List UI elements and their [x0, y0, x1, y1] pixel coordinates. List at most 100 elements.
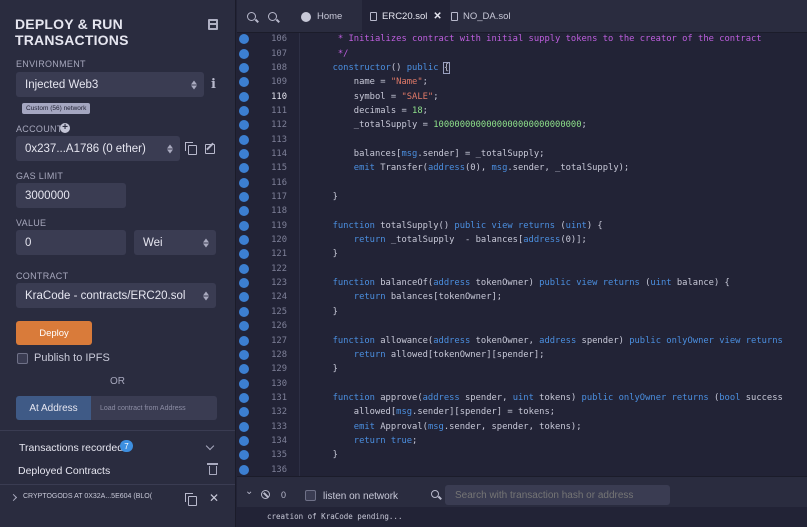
- deployed-instance-label[interactable]: CRYPTOGODS AT 0X32A...5E604 (BLO(: [23, 493, 152, 500]
- load-address-input[interactable]: Load contract from Address: [91, 396, 217, 420]
- code-text: return true;: [353, 435, 418, 446]
- breakpoint-marker-icon[interactable]: [239, 62, 249, 73]
- breakpoint-marker-icon[interactable]: [239, 249, 249, 260]
- select-arrows-icon: [167, 144, 173, 153]
- copy-icon[interactable]: [185, 142, 197, 155]
- breakpoint-marker-icon[interactable]: [239, 407, 249, 418]
- breakpoint-marker-icon[interactable]: [239, 321, 249, 332]
- chevron-down-icon[interactable]: [205, 441, 215, 451]
- code-line: 121 }: [237, 247, 807, 261]
- breakpoint-marker-icon[interactable]: [239, 220, 249, 231]
- code-line: 123 function balanceOf(address tokenOwne…: [237, 276, 807, 290]
- code-text: function allowance(address tokenOwner, a…: [332, 335, 783, 346]
- breakpoint-marker-icon[interactable]: [239, 105, 249, 116]
- line-number: 118: [271, 206, 287, 217]
- breakpoint-marker-icon[interactable]: [239, 378, 249, 389]
- code-line: 134 return true;: [237, 434, 807, 448]
- code-line: 110 symbol = "SALE";: [237, 89, 807, 103]
- breakpoint-marker-icon[interactable]: [239, 306, 249, 317]
- deployed-contracts-label: Deployed Contracts: [18, 465, 111, 477]
- breakpoint-marker-icon[interactable]: [239, 464, 249, 475]
- environment-select[interactable]: Injected Web3: [16, 72, 204, 97]
- zoom-out-icon[interactable]: [247, 12, 256, 21]
- breakpoint-marker-icon[interactable]: [239, 134, 249, 145]
- code-text: return _totalSupply - balances[address(0…: [353, 235, 587, 246]
- file-icon: [370, 12, 377, 21]
- breakpoint-marker-icon[interactable]: [239, 148, 249, 159]
- chevron-down-icon[interactable]: ⌄: [245, 486, 253, 497]
- tab-erc20[interactable]: ERC20.sol ✕: [362, 0, 450, 33]
- file-icon: [451, 12, 458, 21]
- code-text: allowed[msg.sender][spender] = tokens;: [322, 407, 556, 418]
- terminal-search-input[interactable]: [445, 485, 670, 505]
- breakpoint-marker-icon[interactable]: [239, 120, 249, 131]
- breakpoint-marker-icon[interactable]: [239, 263, 249, 274]
- info-icon[interactable]: i: [211, 77, 216, 92]
- code-line: 136: [237, 463, 807, 477]
- account-select[interactable]: 0x237...A1786 (0 ether): [16, 136, 180, 161]
- code-text: _totalSupply = 1000000000000000000000000…: [322, 120, 587, 131]
- breakpoint-marker-icon[interactable]: [239, 421, 249, 432]
- line-number: 126: [271, 321, 287, 332]
- breakpoint-marker-icon[interactable]: [239, 177, 249, 188]
- line-number: 135: [271, 450, 287, 461]
- breakpoint-marker-icon[interactable]: [239, 392, 249, 403]
- copy-icon[interactable]: [185, 493, 197, 506]
- value-unit: Wei: [143, 236, 163, 249]
- publish-ipfs-checkbox[interactable]: [17, 353, 28, 364]
- transactions-recorded-label[interactable]: Transactions recorded: [19, 442, 123, 454]
- deploy-button[interactable]: Deploy: [16, 321, 92, 345]
- close-icon[interactable]: ✕: [433, 11, 441, 22]
- deploy-panel-icon[interactable]: [208, 19, 218, 30]
- gas-limit-input[interactable]: 3000000: [16, 183, 126, 208]
- contract-select[interactable]: KraCode - contracts/ERC20.sol: [16, 283, 216, 308]
- code-text: function approve(address spender, uint t…: [332, 392, 783, 403]
- code-text: * Initializes contract with initial supp…: [322, 34, 762, 45]
- code-text: function totalSupply() public view retur…: [332, 220, 603, 231]
- zoom-in-icon[interactable]: [268, 12, 277, 21]
- code-editor[interactable]: 106 * Initializes contract with initial …: [237, 33, 807, 476]
- breakpoint-marker-icon[interactable]: [239, 91, 249, 102]
- select-arrows-icon: [203, 291, 209, 300]
- breakpoint-marker-icon[interactable]: [239, 206, 249, 217]
- breakpoint-marker-icon[interactable]: [239, 34, 249, 45]
- code-text: function balanceOf(address tokenOwner) p…: [332, 278, 730, 289]
- tab-no-da[interactable]: NO_DA.sol: [443, 0, 519, 33]
- tab-home[interactable]: Home: [293, 0, 350, 33]
- breakpoint-marker-icon[interactable]: [239, 435, 249, 446]
- line-number: 133: [271, 421, 287, 432]
- line-number: 134: [271, 435, 287, 446]
- breakpoint-marker-icon[interactable]: [239, 364, 249, 375]
- account-label: ACCOUNT: [16, 124, 63, 134]
- breakpoint-marker-icon[interactable]: [239, 192, 249, 203]
- at-address-button[interactable]: At Address: [16, 396, 91, 420]
- value-input[interactable]: 0: [16, 230, 126, 255]
- deploy-run-panel: DEPLOY & RUN TRANSACTIONS ENVIRONMENT In…: [0, 0, 236, 527]
- code-text: */: [322, 48, 349, 59]
- edit-icon[interactable]: [205, 144, 215, 154]
- listen-network-checkbox[interactable]: [305, 490, 316, 501]
- breakpoint-marker-icon[interactable]: [239, 450, 249, 461]
- breakpoint-marker-icon[interactable]: [239, 235, 249, 246]
- line-number: 113: [271, 134, 287, 145]
- code-line: 115 emit Transfer(address(0), msg.sender…: [237, 161, 807, 175]
- breakpoint-marker-icon[interactable]: [239, 278, 249, 289]
- value-unit-select[interactable]: Wei: [134, 230, 216, 255]
- ban-icon[interactable]: [261, 490, 270, 499]
- line-number: 114: [271, 148, 287, 159]
- breakpoint-marker-icon[interactable]: [239, 349, 249, 360]
- plus-icon[interactable]: +: [60, 123, 70, 133]
- panel-title: DEPLOY & RUN TRANSACTIONS: [15, 16, 129, 48]
- chevron-right-icon[interactable]: [9, 493, 18, 502]
- code-line: 114 balances[msg.sender] = _totalSupply;: [237, 147, 807, 161]
- breakpoint-marker-icon[interactable]: [239, 292, 249, 303]
- code-line: 127 function allowance(address tokenOwne…: [237, 333, 807, 347]
- breakpoint-marker-icon[interactable]: [239, 48, 249, 59]
- breakpoint-marker-icon[interactable]: [239, 77, 249, 88]
- editor-tab-bar: Home ERC20.sol ✕ NO_DA.sol: [237, 0, 807, 33]
- breakpoint-marker-icon[interactable]: [239, 163, 249, 174]
- close-icon[interactable]: ✕: [209, 491, 219, 505]
- breakpoint-marker-icon[interactable]: [239, 335, 249, 346]
- trash-icon[interactable]: [207, 463, 218, 475]
- tab-no-da-label: NO_DA.sol: [463, 11, 511, 22]
